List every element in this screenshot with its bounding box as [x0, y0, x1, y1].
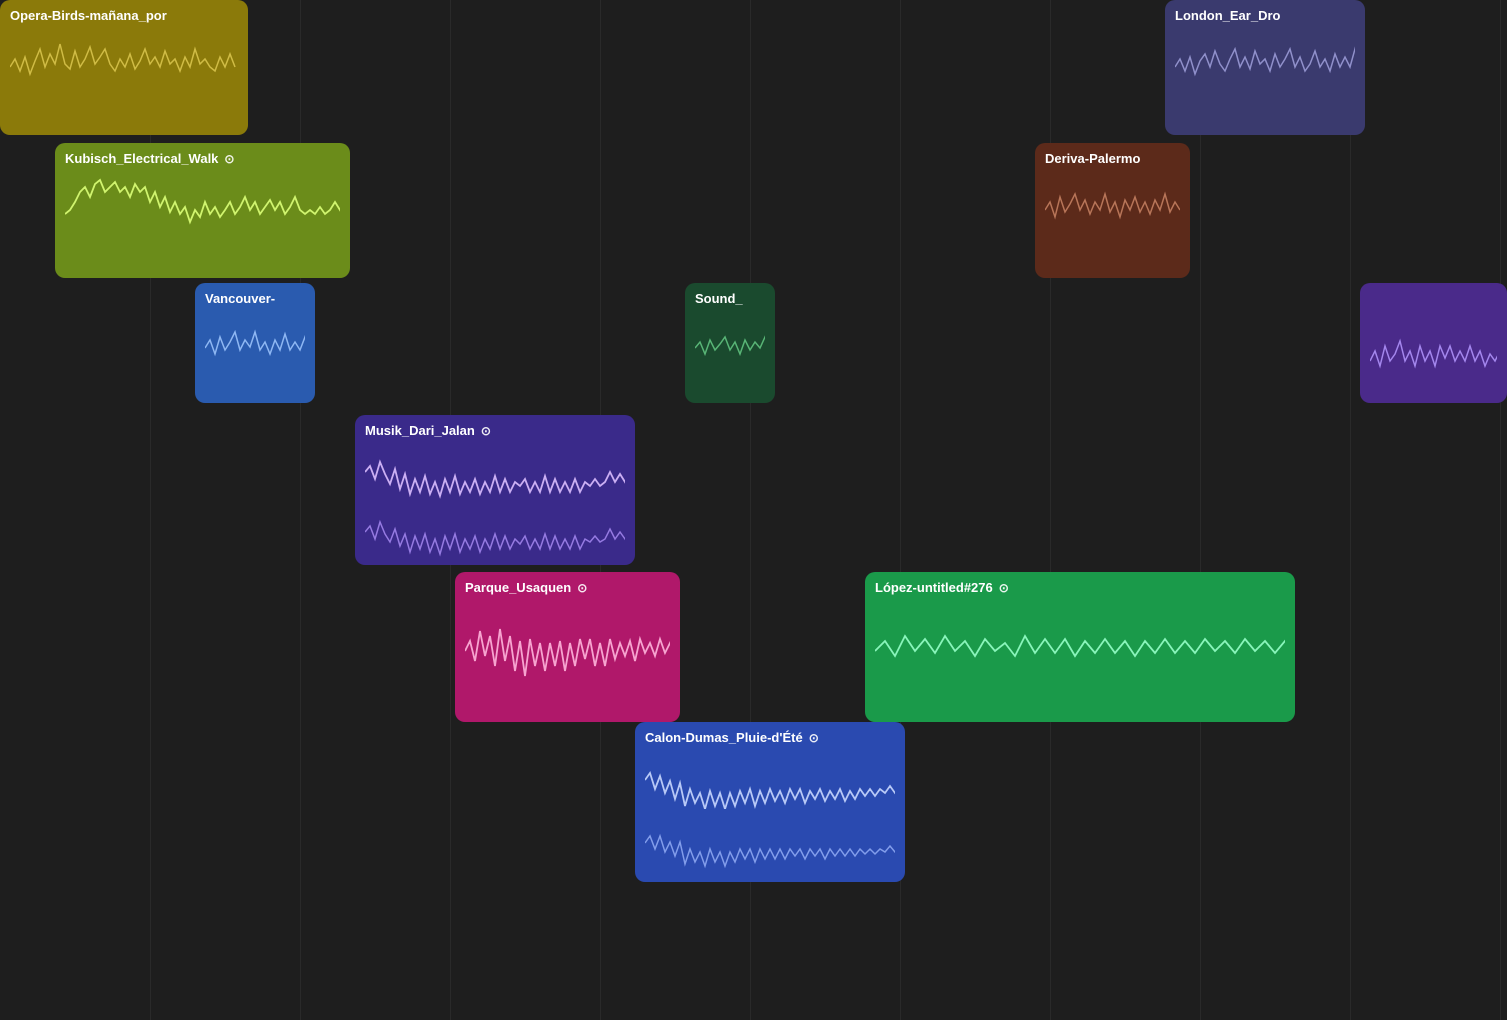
waveform-calon-bottom — [645, 814, 895, 872]
card-title-kubisch: Kubisch_Electrical_Walk ⊙ — [65, 151, 340, 166]
sound-card-deriva[interactable]: Deriva-Palermo — [1035, 143, 1190, 278]
card-title-calon: Calon-Dumas_Pluie-d'Été ⊙ — [645, 730, 895, 745]
sound-card-london[interactable]: London_Ear_Dro — [1165, 0, 1365, 135]
sound-card-calon[interactable]: Calon-Dumas_Pluie-d'Été ⊙ — [635, 722, 905, 882]
card-title-sound: Sound_ — [695, 291, 765, 306]
sound-card-musik[interactable]: Musik_Dari_Jalan ⊙ — [355, 415, 635, 565]
loop-icon-calon: ⊙ — [809, 731, 819, 745]
card-title-london: London_Ear_Dro — [1175, 8, 1355, 23]
card-title-opera: Opera-Birds-mañana_por — [10, 8, 238, 23]
waveform-musik-top — [365, 444, 625, 499]
sound-card-parque[interactable]: Parque_Usaquen ⊙ — [455, 572, 680, 722]
loop-icon-lopez: ⊙ — [999, 581, 1009, 595]
waveform-lopez — [875, 601, 1285, 701]
sound-card-vancouver[interactable]: Vancouver- — [195, 283, 315, 403]
sound-card-opera[interactable]: Opera-Birds-mañana_por — [0, 0, 248, 135]
waveform-opera — [10, 29, 238, 104]
card-title-musik: Musik_Dari_Jalan ⊙ — [365, 423, 625, 438]
waveform-purple-partial — [1370, 316, 1497, 403]
waveform-calon-top — [645, 751, 895, 809]
card-title-deriva: Deriva-Palermo — [1045, 151, 1180, 166]
waveform-parque — [465, 601, 670, 701]
waveform-london — [1175, 29, 1355, 104]
sound-card-purple-partial[interactable] — [1360, 283, 1507, 403]
sound-card-lopez[interactable]: López-untitled#276 ⊙ — [865, 572, 1295, 722]
loop-icon-parque: ⊙ — [577, 581, 587, 595]
card-title-lopez: López-untitled#276 ⊙ — [875, 580, 1285, 595]
waveform-sound — [695, 312, 765, 384]
waveform-deriva — [1045, 172, 1180, 247]
card-title-vancouver: Vancouver- — [205, 291, 305, 306]
sound-card-sound[interactable]: Sound_ — [685, 283, 775, 403]
sound-card-kubisch[interactable]: Kubisch_Electrical_Walk ⊙ — [55, 143, 350, 278]
loop-icon-musik: ⊙ — [481, 424, 491, 438]
waveform-vancouver — [205, 312, 305, 384]
loop-icon-kubisch: ⊙ — [224, 152, 234, 166]
card-title-parque: Parque_Usaquen ⊙ — [465, 580, 670, 595]
waveform-musik-bottom — [365, 504, 625, 559]
waveform-kubisch — [65, 172, 340, 257]
